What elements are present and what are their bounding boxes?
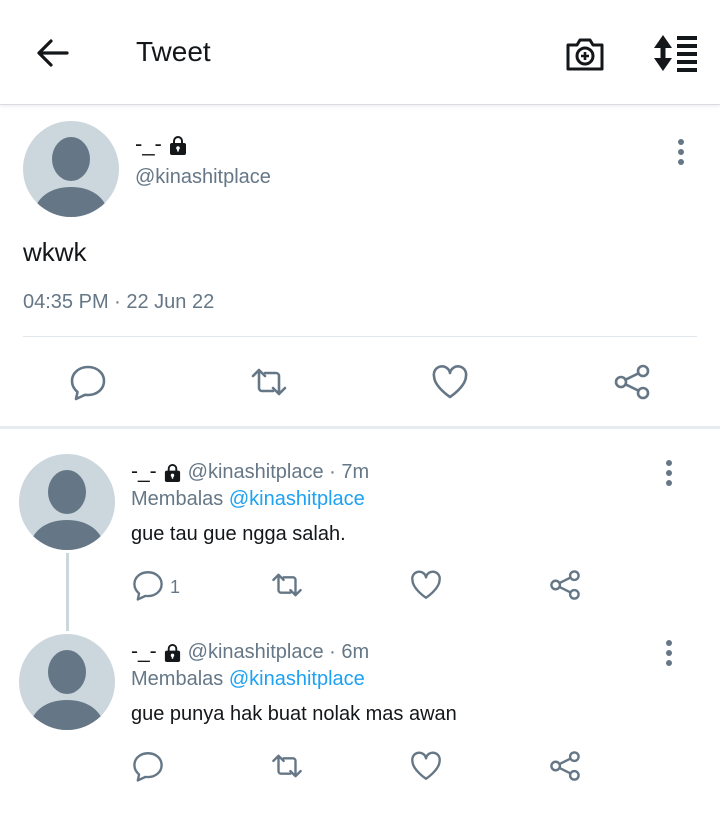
display-name[interactable]: -_-: [131, 460, 157, 483]
page-title: Tweet: [136, 36, 211, 67]
default-avatar-icon: [29, 650, 105, 730]
share-icon[interactable]: [548, 749, 582, 783]
display-name[interactable]: -_-: [135, 131, 188, 157]
app-header: Tweet: [0, 0, 720, 105]
reply-header: -_- @kinashitplace · 6m: [131, 640, 369, 664]
default-avatar-icon: [29, 470, 105, 550]
timestamp: 04:35 PM · 22 Jun 22: [23, 291, 215, 313]
more-options-icon[interactable]: [675, 138, 687, 168]
share-icon[interactable]: [548, 568, 582, 602]
reply-icon[interactable]: [68, 362, 108, 402]
tweet-text: wkwk: [23, 237, 87, 267]
avatar[interactable]: [19, 454, 115, 550]
replying-to-link[interactable]: @kinashitplace: [229, 488, 365, 510]
camera-plus-icon[interactable]: [565, 33, 605, 73]
display-name[interactable]: -_-: [131, 640, 157, 663]
main-tweet: -_- @kinashitplace wkwk 04:35 PM · 22 Ju…: [0, 105, 720, 427]
lock-icon: [164, 643, 180, 662]
divider: [23, 336, 697, 337]
sort-icon[interactable]: [651, 34, 699, 72]
retweet-icon[interactable]: [249, 362, 289, 402]
reply-tweet[interactable]: -_- @kinashitplace · 6m Membalas @kinash…: [0, 634, 720, 814]
more-options-icon[interactable]: [663, 639, 675, 669]
section-divider: [0, 426, 720, 429]
reply-count: 1: [170, 577, 181, 597]
like-icon[interactable]: [409, 749, 443, 783]
replying-to-label: Membalas: [131, 668, 224, 690]
retweet-icon[interactable]: [270, 568, 304, 602]
replying-to-label: Membalas: [131, 488, 224, 510]
handle-time[interactable]: @kinashitplace · 6m: [188, 641, 369, 663]
reply-icon[interactable]: [131, 568, 165, 602]
arrow-left-icon[interactable]: [34, 35, 70, 71]
more-options-icon[interactable]: [663, 459, 675, 489]
avatar[interactable]: [23, 121, 119, 217]
reply-header: -_- @kinashitplace · 7m: [131, 460, 369, 484]
replying-to-link[interactable]: @kinashitplace: [229, 668, 365, 690]
like-icon[interactable]: [430, 362, 470, 402]
avatar[interactable]: [19, 634, 115, 730]
like-icon[interactable]: [409, 568, 443, 602]
default-avatar-icon: [33, 137, 109, 217]
lock-icon: [169, 136, 186, 156]
display-name-text: -_-: [135, 131, 162, 156]
reply-text: gue punya hak buat nolak mas awan: [131, 703, 457, 725]
reply-icon[interactable]: [131, 749, 165, 783]
reply-tweet[interactable]: -_- @kinashitplace · 7m Membalas @kinash…: [0, 454, 720, 634]
retweet-icon[interactable]: [270, 749, 304, 783]
replying-to: Membalas @kinashitplace: [131, 668, 365, 691]
reply-text: gue tau gue ngga salah.: [131, 523, 346, 545]
share-icon[interactable]: [612, 362, 652, 402]
handle[interactable]: @kinashitplace: [135, 166, 271, 189]
handle-time[interactable]: @kinashitplace · 7m: [188, 461, 369, 483]
lock-icon: [164, 463, 180, 482]
replying-to: Membalas @kinashitplace: [131, 488, 365, 511]
